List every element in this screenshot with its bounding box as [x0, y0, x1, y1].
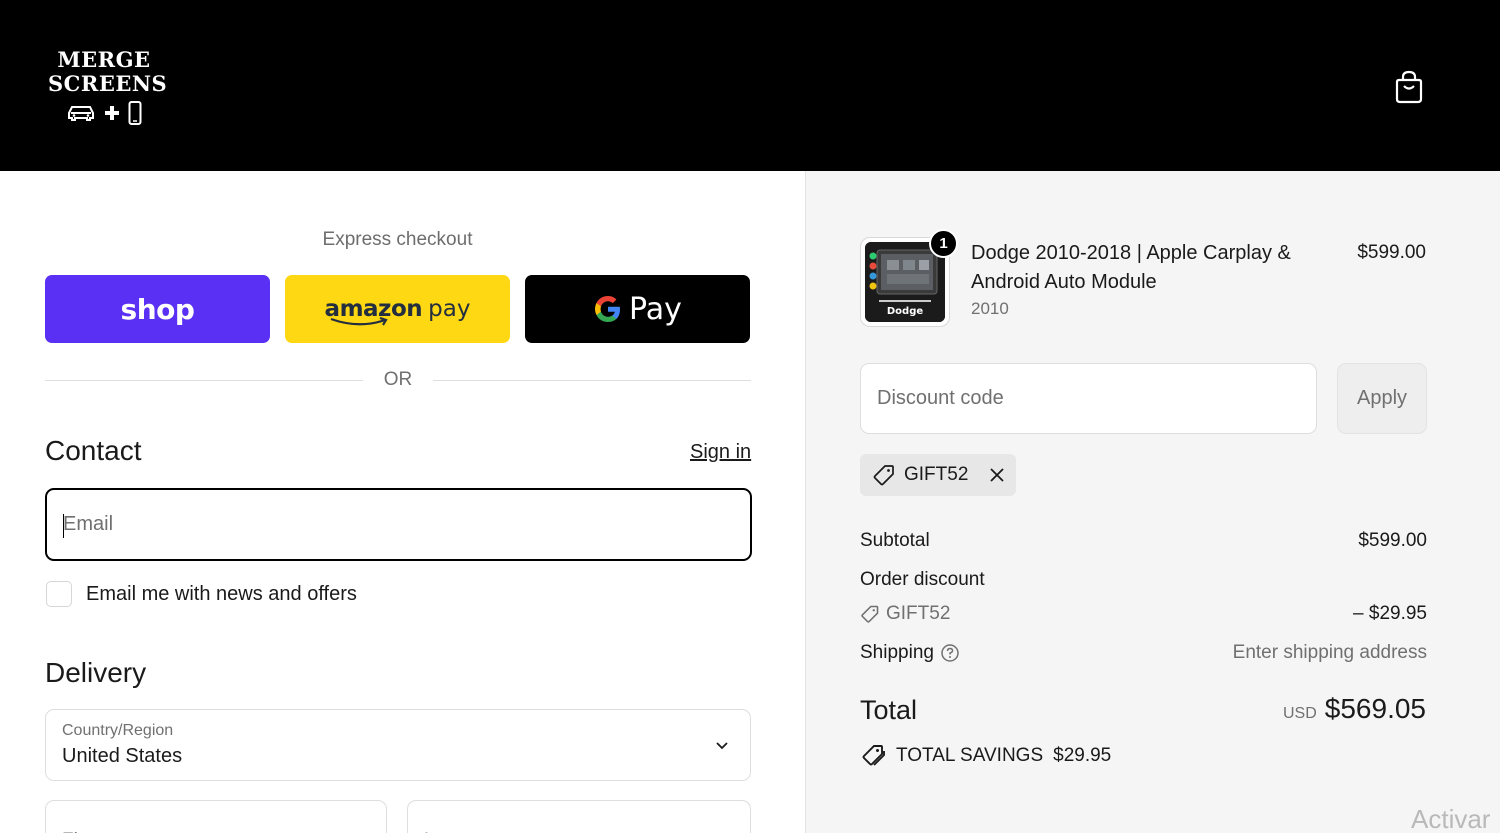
delivery-heading: Delivery — [45, 657, 147, 688]
chevron-down-icon — [716, 742, 728, 750]
contact-heading: Contact — [45, 435, 142, 466]
country-region-value: United States — [62, 745, 183, 767]
subtotal-row: Subtotal $599.00 — [860, 530, 1427, 552]
google-g-icon — [595, 296, 621, 322]
text-caret — [63, 514, 64, 538]
car-icon — [68, 106, 94, 121]
total-label: Total — [860, 695, 918, 725]
news-offers-option[interactable]: Email me with news and offers — [46, 581, 357, 607]
shipping-label: Shipping — [860, 642, 934, 663]
savings-tag-icon — [862, 745, 885, 766]
total-savings-value: $29.95 — [1053, 745, 1112, 766]
shop-pay-label: shop — [120, 292, 195, 326]
product-thumb-label: Dodge — [886, 306, 924, 317]
product-title: Dodge 2010-2018 | Apple Carplay & Androi… — [971, 242, 1291, 293]
or-line-right — [433, 380, 751, 381]
news-offers-label: Email me with news and offers — [86, 582, 357, 605]
country-region-label: Country/Region — [62, 722, 174, 739]
subtotal-label: Subtotal — [860, 530, 930, 551]
express-checkout-title: Express checkout — [322, 229, 473, 250]
news-offers-checkbox[interactable] — [46, 581, 72, 607]
logo-icons — [48, 100, 160, 126]
order-discount-detail-row: GIFT52 – $29.95 — [860, 603, 1427, 625]
total-currency: USD — [1283, 705, 1317, 722]
amazon-pay-word: pay — [428, 296, 471, 322]
order-discount-row: Order discount — [860, 569, 1427, 591]
applied-discount-chip: GIFT52 — [860, 454, 1016, 496]
order-discount-value: – $29.95 — [1353, 603, 1427, 624]
google-pay-label: Pay — [629, 291, 682, 327]
checkout-form-column: Express checkout shop amazon pay Pay OR — [0, 171, 805, 833]
total-value-wrap: USD $569.05 — [1283, 693, 1426, 725]
activation-watermark: Activar — [1411, 804, 1491, 833]
google-pay-logo: Pay — [593, 292, 682, 327]
google-pay-button[interactable]: Pay — [525, 275, 750, 343]
discount-code-field[interactable] — [861, 364, 1316, 433]
total-savings-row: TOTAL SAVINGS $29.95 — [860, 743, 1111, 769]
amazon-pay-button[interactable]: amazon pay — [285, 275, 510, 343]
shop-pay-button[interactable]: shop — [45, 275, 270, 343]
shipping-value: Enter shipping address — [1232, 642, 1427, 663]
applied-discount-code: GIFT52 — [904, 464, 969, 485]
email-field[interactable] — [47, 490, 750, 559]
help-icon[interactable] — [940, 643, 960, 663]
phone-icon — [128, 101, 142, 125]
logo-line-1: MERGE — [57, 47, 151, 72]
plus-icon — [105, 106, 119, 120]
sign-in-link[interactable]: Sign in — [690, 441, 751, 464]
merge-screens-logo[interactable]: MERGE SCREENS — [48, 47, 168, 126]
total-value: $569.05 — [1324, 693, 1426, 724]
shipping-row: Shipping Enter shipping address — [860, 642, 1427, 664]
last-name-field-wrapper — [407, 800, 751, 833]
cart-button[interactable] — [1392, 69, 1426, 105]
country-region-select[interactable]: Country/Region United States — [45, 709, 751, 781]
tag-icon — [861, 605, 879, 623]
order-discount-code: GIFT52 — [886, 603, 951, 624]
amazon-smile-icon — [330, 317, 388, 326]
shopping-bag-icon — [1395, 70, 1423, 104]
order-summary-column: Dodge 1 Dodge 2010-2018 | Apple Carplay … — [805, 171, 1500, 833]
product-variant: 2010 — [971, 299, 1009, 318]
close-icon — [990, 468, 1005, 482]
first-name-field-wrapper — [45, 800, 387, 833]
apply-discount-button[interactable]: Apply — [1337, 363, 1427, 434]
email-field-wrapper — [45, 488, 752, 561]
logo-line-2: SCREENS — [48, 71, 168, 96]
site-header: MERGE SCREENS — [0, 0, 1500, 171]
quantity-badge: 1 — [929, 229, 958, 258]
order-discount-label: Order discount — [860, 569, 985, 590]
tag-icon — [873, 465, 894, 486]
product-price: $599.00 — [1357, 242, 1426, 263]
last-name-field[interactable] — [408, 801, 750, 833]
order-discount-code-wrap: GIFT52 — [860, 603, 1427, 625]
total-savings-label: TOTAL SAVINGS — [896, 745, 1044, 766]
or-divider: OR — [45, 369, 751, 393]
first-name-field[interactable] — [46, 801, 386, 833]
remove-discount-button[interactable] — [986, 464, 1008, 486]
subtotal-value: $599.00 — [1358, 530, 1427, 551]
discount-code-field-wrapper — [860, 363, 1317, 434]
